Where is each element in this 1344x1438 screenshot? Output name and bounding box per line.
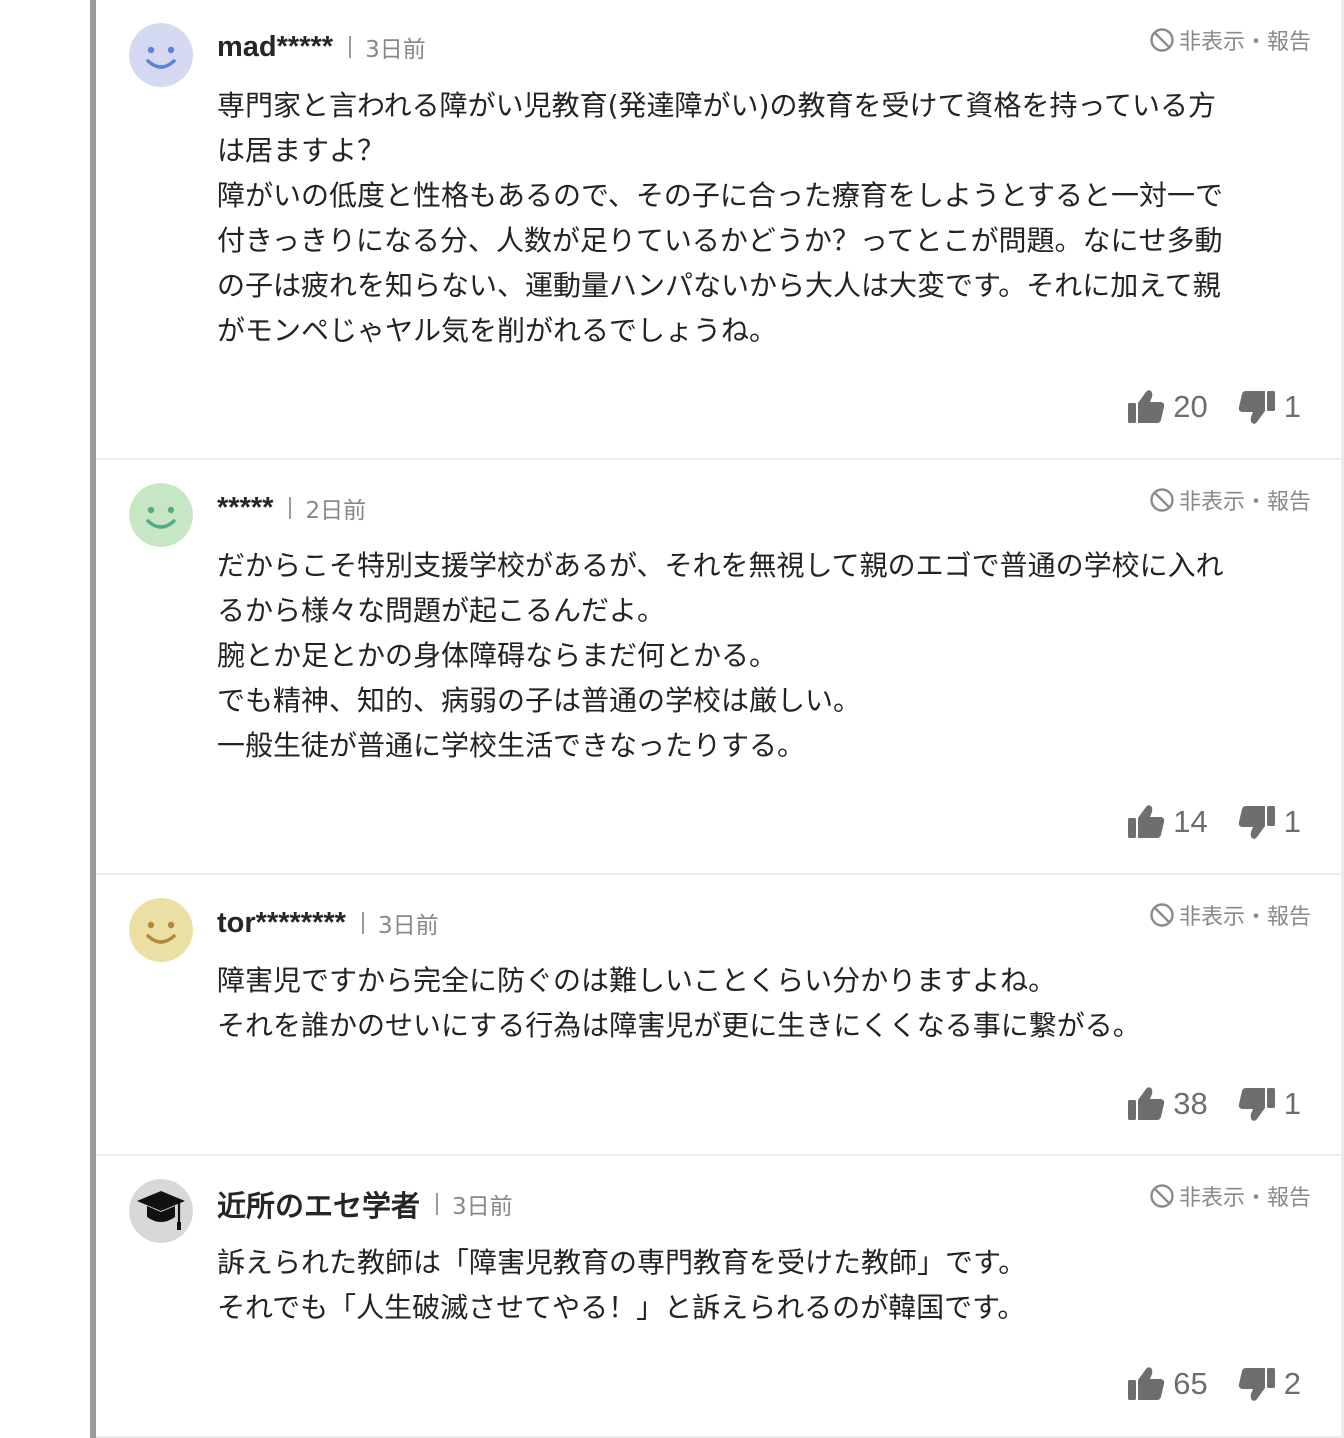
thumbs-up-icon bbox=[1128, 1367, 1165, 1400]
smiley-avatar-icon bbox=[129, 898, 193, 962]
smiley-avatar-icon bbox=[129, 23, 193, 87]
timestamp: 3日前 bbox=[377, 913, 439, 939]
comment-body: だからこそ特別支援学校があるが、それを無視して親のエゴで普通の学校に入れ るから… bbox=[217, 549, 1224, 762]
timestamp: 2日前 bbox=[305, 498, 367, 524]
hide-report-label: 非表示・報告 bbox=[1178, 905, 1311, 930]
comment-item: ***** 2日前 非表示・報告 だからこそ特別支援学校があるが、それを無視して… bbox=[96, 460, 1341, 875]
like-count: 20 bbox=[1173, 389, 1208, 424]
divider bbox=[289, 497, 292, 519]
author-name[interactable]: 近所のエセ学者 bbox=[217, 1183, 420, 1225]
dislike-button[interactable]: 1 bbox=[1238, 1086, 1301, 1122]
hide-report-label: 非表示・報告 bbox=[1178, 1186, 1311, 1211]
author-name[interactable]: mad***** bbox=[217, 31, 333, 64]
comment-list: mad***** 3日前 非表示・報告 専門家と言われる障がい児教育(発達障がい… bbox=[96, 0, 1341, 1438]
author-name[interactable]: tor******** bbox=[217, 907, 346, 940]
divider bbox=[436, 1193, 439, 1215]
hide-report-label: 非表示・報告 bbox=[1178, 30, 1311, 55]
like-button[interactable]: 14 bbox=[1127, 804, 1208, 840]
like-button[interactable]: 38 bbox=[1127, 1086, 1208, 1122]
comment-item: tor******** 3日前 非表示・報告 障害児ですから完全に防ぐのは難しい… bbox=[96, 875, 1341, 1156]
dislike-button[interactable]: 1 bbox=[1238, 804, 1301, 840]
divider bbox=[349, 36, 352, 58]
thumbs-down-icon bbox=[1238, 1368, 1275, 1401]
vote-bar: 20 1 bbox=[1127, 385, 1301, 429]
dislike-count: 2 bbox=[1283, 1366, 1301, 1401]
hide-report-link[interactable]: 非表示・報告 bbox=[1149, 485, 1311, 515]
dislike-count: 1 bbox=[1283, 804, 1301, 839]
timestamp: 3日前 bbox=[365, 37, 426, 63]
block-icon bbox=[1150, 1184, 1174, 1208]
vote-bar: 65 2 bbox=[1127, 1362, 1301, 1406]
dislike-button[interactable]: 1 bbox=[1238, 389, 1301, 425]
vote-bar: 14 1 bbox=[1127, 800, 1301, 844]
comment-item: 近所のエセ学者 3日前 非表示・報告 訴えられた教師は「障害児教育の専門教育を受… bbox=[96, 1156, 1341, 1438]
block-icon bbox=[1150, 28, 1174, 52]
timestamp: 3日前 bbox=[452, 1194, 513, 1220]
block-icon bbox=[1150, 488, 1174, 512]
block-icon bbox=[1150, 903, 1174, 927]
comment-header: 近所のエセ学者 3日前 bbox=[217, 1184, 513, 1224]
comment-item: mad***** 3日前 非表示・報告 専門家と言われる障がい児教育(発達障がい… bbox=[96, 0, 1341, 460]
comment-body: 訴えられた教師は「障害児教育の専門教育を受けた教師」です。 それでも「人生破滅さ… bbox=[217, 1246, 1027, 1324]
dislike-count: 1 bbox=[1283, 389, 1301, 424]
dislike-button[interactable]: 2 bbox=[1238, 1366, 1301, 1402]
dislike-count: 1 bbox=[1283, 1086, 1301, 1121]
thumbs-up-icon bbox=[1128, 1087, 1165, 1120]
vote-bar: 38 1 bbox=[1127, 1082, 1301, 1126]
thumbs-up-icon bbox=[1128, 390, 1165, 423]
graduation-cap-avatar-icon bbox=[129, 1179, 193, 1243]
like-count: 14 bbox=[1173, 804, 1208, 839]
hide-report-link[interactable]: 非表示・報告 bbox=[1149, 25, 1311, 55]
comment-header: ***** 2日前 bbox=[217, 488, 366, 528]
hide-report-label: 非表示・報告 bbox=[1178, 490, 1311, 515]
comment-body: 専門家と言われる障がい児教育(発達障がい)の教育を受けて資格を持っている方 は居… bbox=[217, 89, 1224, 347]
thumbs-down-icon bbox=[1238, 391, 1275, 424]
like-count: 38 bbox=[1173, 1086, 1208, 1121]
thumbs-down-icon bbox=[1238, 806, 1275, 839]
divider bbox=[361, 912, 364, 934]
like-count: 65 bbox=[1173, 1366, 1208, 1401]
avatar[interactable] bbox=[129, 23, 193, 87]
hide-report-link[interactable]: 非表示・報告 bbox=[1149, 1181, 1311, 1211]
comment-header: tor******** 3日前 bbox=[217, 903, 439, 943]
like-button[interactable]: 20 bbox=[1127, 389, 1208, 425]
comment-body: 障害児ですから完全に防ぐのは難しいことくらい分かりますよね。 それを誰かのせいに… bbox=[217, 964, 1141, 1042]
smiley-avatar-icon bbox=[129, 483, 193, 547]
avatar[interactable] bbox=[129, 1179, 193, 1243]
author-name[interactable]: ***** bbox=[217, 492, 273, 525]
avatar[interactable] bbox=[129, 483, 193, 547]
avatar[interactable] bbox=[129, 898, 193, 962]
like-button[interactable]: 65 bbox=[1127, 1366, 1208, 1402]
comment-header: mad***** 3日前 bbox=[217, 27, 426, 67]
thumbs-down-icon bbox=[1238, 1088, 1275, 1121]
hide-report-link[interactable]: 非表示・報告 bbox=[1149, 900, 1311, 930]
thumbs-up-icon bbox=[1128, 805, 1165, 838]
